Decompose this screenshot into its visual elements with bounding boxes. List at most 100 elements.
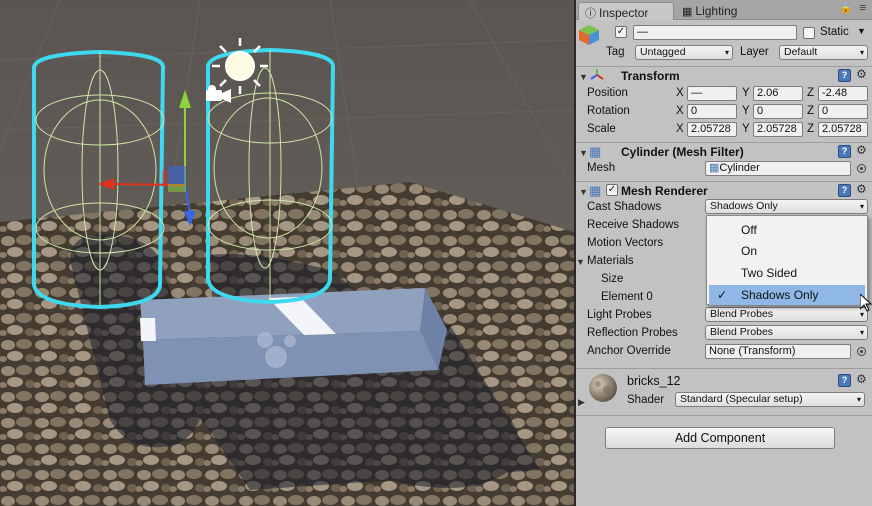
mesh-renderer-title: Mesh Renderer [621, 184, 708, 198]
tab-lighting-label: Lighting [695, 4, 738, 18]
light-probes-value: Blend Probes [710, 308, 774, 320]
foldout-arrow-icon[interactable]: ▼ [579, 72, 588, 82]
help-icon[interactable]: ? [838, 184, 851, 197]
mesh-icon: ▦ [709, 162, 720, 174]
menu-item-label: Shadows Only [741, 288, 819, 302]
axis-y-label: Y [742, 87, 750, 99]
cast-shadows-menu: Off On Two Sided ✓ Shadows Only [706, 215, 868, 305]
axis-y-label: Y [742, 123, 750, 135]
active-checkbox[interactable]: ✓ [615, 26, 627, 38]
foldout-arrow-icon[interactable]: ▶ [578, 397, 585, 408]
reflection-probes-dropdown[interactable]: Blend Probes ▾ [705, 325, 868, 340]
gameobject-icon [579, 25, 599, 45]
layer-label: Layer [740, 46, 769, 58]
cast-shadows-dropdown[interactable]: Shadows Only ▾ [705, 199, 868, 214]
reflection-probes-label: Reflection Probes [587, 327, 678, 339]
axis-z-label: Z [807, 87, 815, 99]
layer-dropdown[interactable]: Default ▾ [779, 45, 868, 60]
lighting-icon: ▦ [682, 6, 693, 18]
tab-lighting[interactable]: ▦ Lighting [676, 2, 766, 20]
mesh-grid-icon: ▦ [589, 144, 602, 159]
layer-value: Default [784, 46, 818, 58]
tab-menu-icon[interactable]: ≡ [860, 2, 866, 14]
scale-y-input[interactable]: 2.05728 [753, 122, 803, 137]
menu-item-shadows-only[interactable]: ✓ Shadows Only [709, 285, 865, 305]
help-icon[interactable]: ? [838, 69, 851, 82]
anchor-override-field[interactable]: None (Transform) [705, 344, 851, 359]
gear-icon[interactable]: ⚙ [856, 143, 867, 157]
rotation-y-input[interactable]: 0 [753, 104, 803, 119]
light-probes-label: Light Probes [587, 309, 652, 321]
rotation-x-input[interactable]: 0 [687, 104, 737, 119]
cast-shadows-label: Cast Shadows [587, 201, 662, 213]
object-picker-icon[interactable] [857, 347, 866, 356]
materials-label[interactable]: Materials [587, 255, 634, 267]
foldout-arrow-icon[interactable]: ▼ [576, 257, 585, 267]
add-component-button[interactable]: Add Component [605, 427, 835, 449]
reflection-probes-value: Blend Probes [710, 326, 774, 338]
axis-z-label: Z [807, 105, 815, 117]
menu-item-label: Off [741, 223, 757, 237]
material-header[interactable] [576, 368, 872, 414]
scale-z-input[interactable]: 2.05728 [818, 122, 868, 137]
help-icon[interactable]: ? [838, 145, 851, 158]
gear-icon[interactable]: ⚙ [856, 182, 867, 196]
light-probes-dropdown[interactable]: Blend Probes ▾ [705, 307, 868, 322]
material-name: bricks_12 [627, 374, 681, 388]
receive-shadows-label: Receive Shadows [587, 219, 680, 231]
object-picker-icon[interactable] [857, 164, 866, 173]
position-y-input[interactable]: 2.06 [753, 86, 803, 101]
gear-icon[interactable]: ⚙ [856, 67, 867, 81]
cast-shadows-value: Shadows Only [710, 200, 778, 212]
transform-icon [590, 69, 604, 80]
tag-value: Untagged [640, 46, 686, 58]
menu-item-two-sided[interactable]: Two Sided [709, 263, 865, 283]
help-icon[interactable]: ? [838, 374, 851, 387]
chevron-down-icon: ▾ [724, 48, 729, 57]
chevron-down-icon: ▾ [859, 202, 864, 211]
axis-x-label: X [676, 123, 684, 135]
static-checkbox[interactable] [803, 27, 815, 39]
mouse-cursor-icon [860, 294, 872, 312]
mesh-renderer-enabled-checkbox[interactable]: ✓ [606, 184, 618, 196]
axis-y-label: Y [742, 105, 750, 117]
chevron-down-icon: ▾ [856, 395, 861, 404]
scene-canvas[interactable] [0, 0, 574, 506]
motion-vectors-label: Motion Vectors [587, 237, 664, 249]
static-label: Static [820, 26, 849, 38]
position-z-input[interactable]: -2.48 [818, 86, 868, 101]
material-sphere-icon [589, 374, 617, 402]
tag-dropdown[interactable]: Untagged ▾ [635, 45, 733, 60]
tab-inspector-label: Inspector [599, 6, 649, 20]
axis-x-label: X [676, 105, 684, 117]
gear-icon[interactable]: ⚙ [856, 372, 867, 386]
anchor-override-label: Anchor Override [587, 345, 671, 357]
object-name-input[interactable]: — [633, 25, 797, 40]
tab-inspector[interactable]: ⓘ Inspector [578, 2, 674, 20]
scene-view[interactable] [0, 0, 574, 506]
foldout-arrow-icon[interactable]: ▼ [579, 187, 588, 197]
tab-bar: ⓘ Inspector ▦ Lighting 🔒 ≡ [576, 0, 872, 20]
menu-item-off[interactable]: Off [709, 220, 865, 240]
axis-x-label: X [676, 87, 684, 99]
section-divider [576, 415, 872, 416]
shader-dropdown[interactable]: Standard (Specular setup) ▾ [675, 392, 865, 407]
mesh-value: Cylinder [719, 162, 760, 174]
transform-title: Transform [621, 69, 680, 83]
scale-x-input[interactable]: 2.05728 [687, 122, 737, 137]
chevron-down-icon: ▾ [859, 328, 864, 337]
mesh-filter-title: Cylinder (Mesh Filter) [621, 145, 744, 159]
position-x-input[interactable]: — [687, 86, 737, 101]
static-dropdown-icon[interactable]: ▼ [857, 26, 866, 36]
box-object[interactable] [140, 288, 447, 385]
checkmark-icon: ✓ [717, 288, 728, 302]
rotation-z-input[interactable]: 0 [818, 104, 868, 119]
foldout-arrow-icon[interactable]: ▼ [579, 148, 588, 158]
mesh-field[interactable]: ▦Cylinder [705, 161, 851, 176]
lock-icon[interactable]: 🔒 [840, 3, 852, 14]
chevron-down-icon: ▾ [859, 48, 864, 57]
menu-item-label: On [741, 244, 758, 258]
rotation-label: Rotation [587, 105, 630, 117]
menu-item-on[interactable]: On [709, 241, 865, 261]
mesh-renderer-icon: ▦ [589, 183, 602, 198]
